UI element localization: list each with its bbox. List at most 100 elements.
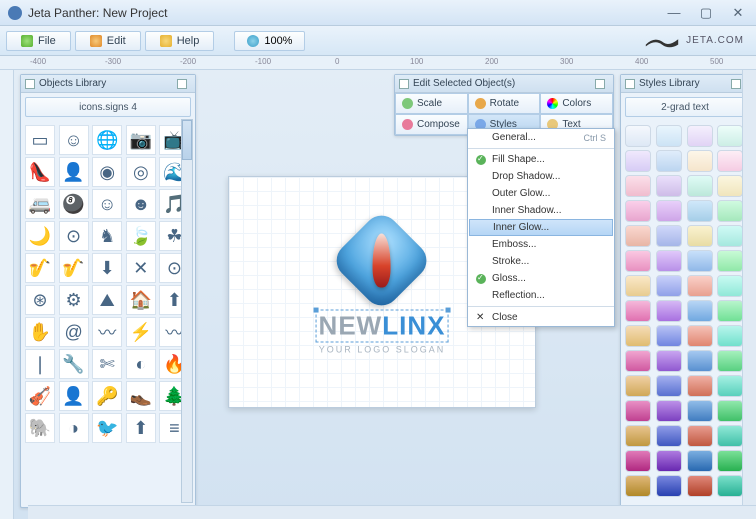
style-swatch[interactable] bbox=[625, 450, 651, 472]
object-icon[interactable]: 🎻 bbox=[25, 381, 55, 411]
style-swatch[interactable] bbox=[656, 300, 682, 322]
object-icon[interactable]: ☻ bbox=[126, 189, 156, 219]
style-swatch[interactable] bbox=[717, 325, 743, 347]
logo-tagline[interactable]: YOUR LOGO SLOGAN bbox=[316, 345, 449, 355]
minimize-button[interactable]: — bbox=[664, 6, 684, 20]
scale-button[interactable]: Scale bbox=[395, 93, 468, 114]
rotate-button[interactable]: Rotate bbox=[468, 93, 541, 114]
style-swatch[interactable] bbox=[687, 425, 713, 447]
style-swatch[interactable] bbox=[687, 175, 713, 197]
object-icon[interactable]: 🚐 bbox=[25, 189, 55, 219]
dropdown-general[interactable]: General...Ctrl S bbox=[468, 129, 614, 149]
object-icon[interactable]: ◎ bbox=[126, 157, 156, 187]
object-icon[interactable]: ❘ bbox=[25, 349, 55, 379]
style-swatch[interactable] bbox=[656, 150, 682, 172]
colors-button[interactable]: Colors bbox=[540, 93, 613, 114]
style-swatch[interactable] bbox=[656, 250, 682, 272]
canvas-vscrollbar[interactable] bbox=[742, 70, 756, 505]
style-swatch[interactable] bbox=[656, 400, 682, 422]
style-swatch[interactable] bbox=[717, 350, 743, 372]
object-icon[interactable]: 👞 bbox=[126, 381, 156, 411]
object-icon[interactable]: ▭ bbox=[25, 125, 55, 155]
dropdown-item[interactable]: Gloss... bbox=[468, 270, 614, 287]
object-icon[interactable]: 🐦 bbox=[92, 413, 122, 443]
object-icon[interactable]: 🐘 bbox=[25, 413, 55, 443]
logo-shape[interactable] bbox=[337, 216, 427, 306]
panel-collapse-icon[interactable] bbox=[177, 79, 187, 89]
object-icon[interactable]: 🎱 bbox=[59, 189, 89, 219]
style-swatch[interactable] bbox=[625, 150, 651, 172]
object-icon[interactable]: ✋ bbox=[25, 317, 55, 347]
object-icon[interactable]: 🎷 bbox=[25, 253, 55, 283]
object-icon[interactable]: 👤 bbox=[59, 157, 89, 187]
style-swatch[interactable] bbox=[687, 150, 713, 172]
object-icon[interactable]: ☺ bbox=[92, 189, 122, 219]
styles-category-selector[interactable]: 2-grad text bbox=[625, 97, 745, 117]
object-icon[interactable]: ⊙ bbox=[59, 221, 89, 251]
object-icon[interactable]: 🌐 bbox=[92, 125, 122, 155]
help-menu[interactable]: Help bbox=[145, 31, 215, 51]
object-icon[interactable]: 👤 bbox=[59, 381, 89, 411]
canvas-hscrollbar[interactable] bbox=[28, 505, 756, 519]
object-icon[interactable]: 〰 bbox=[92, 317, 122, 347]
object-icon[interactable]: 🏠 bbox=[126, 285, 156, 315]
object-icon[interactable]: 🌙 bbox=[25, 221, 55, 251]
object-icon[interactable]: ♞ bbox=[92, 221, 122, 251]
style-swatch[interactable] bbox=[625, 125, 651, 147]
style-swatch[interactable] bbox=[717, 450, 743, 472]
style-swatch[interactable] bbox=[717, 250, 743, 272]
style-swatch[interactable] bbox=[687, 375, 713, 397]
style-swatch[interactable] bbox=[687, 325, 713, 347]
style-swatch[interactable] bbox=[656, 175, 682, 197]
objects-category-selector[interactable]: icons.signs 4 bbox=[25, 97, 191, 117]
object-icon[interactable]: 📷 bbox=[126, 125, 156, 155]
style-swatch[interactable] bbox=[656, 225, 682, 247]
dropdown-item[interactable]: Emboss... bbox=[468, 236, 614, 253]
object-icon[interactable]: ✕ bbox=[126, 253, 156, 283]
dropdown-close[interactable]: ✕Close bbox=[468, 306, 614, 326]
style-swatch[interactable] bbox=[656, 425, 682, 447]
object-icon[interactable]: ◉ bbox=[92, 157, 122, 187]
object-icon[interactable]: ✄ bbox=[92, 349, 122, 379]
style-swatch[interactable] bbox=[625, 350, 651, 372]
style-swatch[interactable] bbox=[625, 275, 651, 297]
selected-text-object[interactable]: NEWLINX bbox=[316, 310, 449, 343]
object-icon[interactable]: ◑ bbox=[59, 413, 89, 443]
style-swatch[interactable] bbox=[717, 275, 743, 297]
style-swatch[interactable] bbox=[656, 375, 682, 397]
object-icon[interactable]: ◐ bbox=[126, 349, 156, 379]
object-icon[interactable]: @ bbox=[59, 317, 89, 347]
dropdown-item[interactable]: Fill Shape... bbox=[468, 151, 614, 168]
style-swatch[interactable] bbox=[625, 400, 651, 422]
close-button[interactable]: ✕ bbox=[728, 6, 748, 20]
panel-collapse-icon[interactable] bbox=[731, 79, 741, 89]
object-icon[interactable]: ⚡ bbox=[126, 317, 156, 347]
style-swatch[interactable] bbox=[717, 400, 743, 422]
style-swatch[interactable] bbox=[687, 125, 713, 147]
style-swatch[interactable] bbox=[717, 475, 743, 497]
object-icon[interactable]: 🔧 bbox=[59, 349, 89, 379]
dropdown-item[interactable]: Inner Shadow... bbox=[468, 202, 614, 219]
style-swatch[interactable] bbox=[687, 225, 713, 247]
style-swatch[interactable] bbox=[687, 450, 713, 472]
zoom-control[interactable]: 100% bbox=[234, 31, 305, 51]
dropdown-item[interactable]: Outer Glow... bbox=[468, 185, 614, 202]
maximize-button[interactable]: ▢ bbox=[696, 6, 716, 20]
style-swatch[interactable] bbox=[717, 225, 743, 247]
dropdown-item[interactable]: Stroke... bbox=[468, 253, 614, 270]
style-swatch[interactable] bbox=[625, 250, 651, 272]
style-swatch[interactable] bbox=[656, 275, 682, 297]
style-swatch[interactable] bbox=[656, 325, 682, 347]
style-swatch[interactable] bbox=[687, 400, 713, 422]
dropdown-item[interactable]: Drop Shadow... bbox=[468, 168, 614, 185]
object-icon[interactable]: 🍃 bbox=[126, 221, 156, 251]
object-icon[interactable]: ⚙ bbox=[59, 285, 89, 315]
style-swatch[interactable] bbox=[656, 350, 682, 372]
edit-menu[interactable]: Edit bbox=[75, 31, 141, 51]
style-swatch[interactable] bbox=[656, 475, 682, 497]
style-swatch[interactable] bbox=[625, 475, 651, 497]
file-menu[interactable]: File bbox=[6, 31, 71, 51]
dropdown-item[interactable]: Reflection... bbox=[468, 287, 614, 304]
object-icon[interactable]: ☺ bbox=[59, 125, 89, 155]
panel-collapse-icon[interactable] bbox=[595, 79, 605, 89]
